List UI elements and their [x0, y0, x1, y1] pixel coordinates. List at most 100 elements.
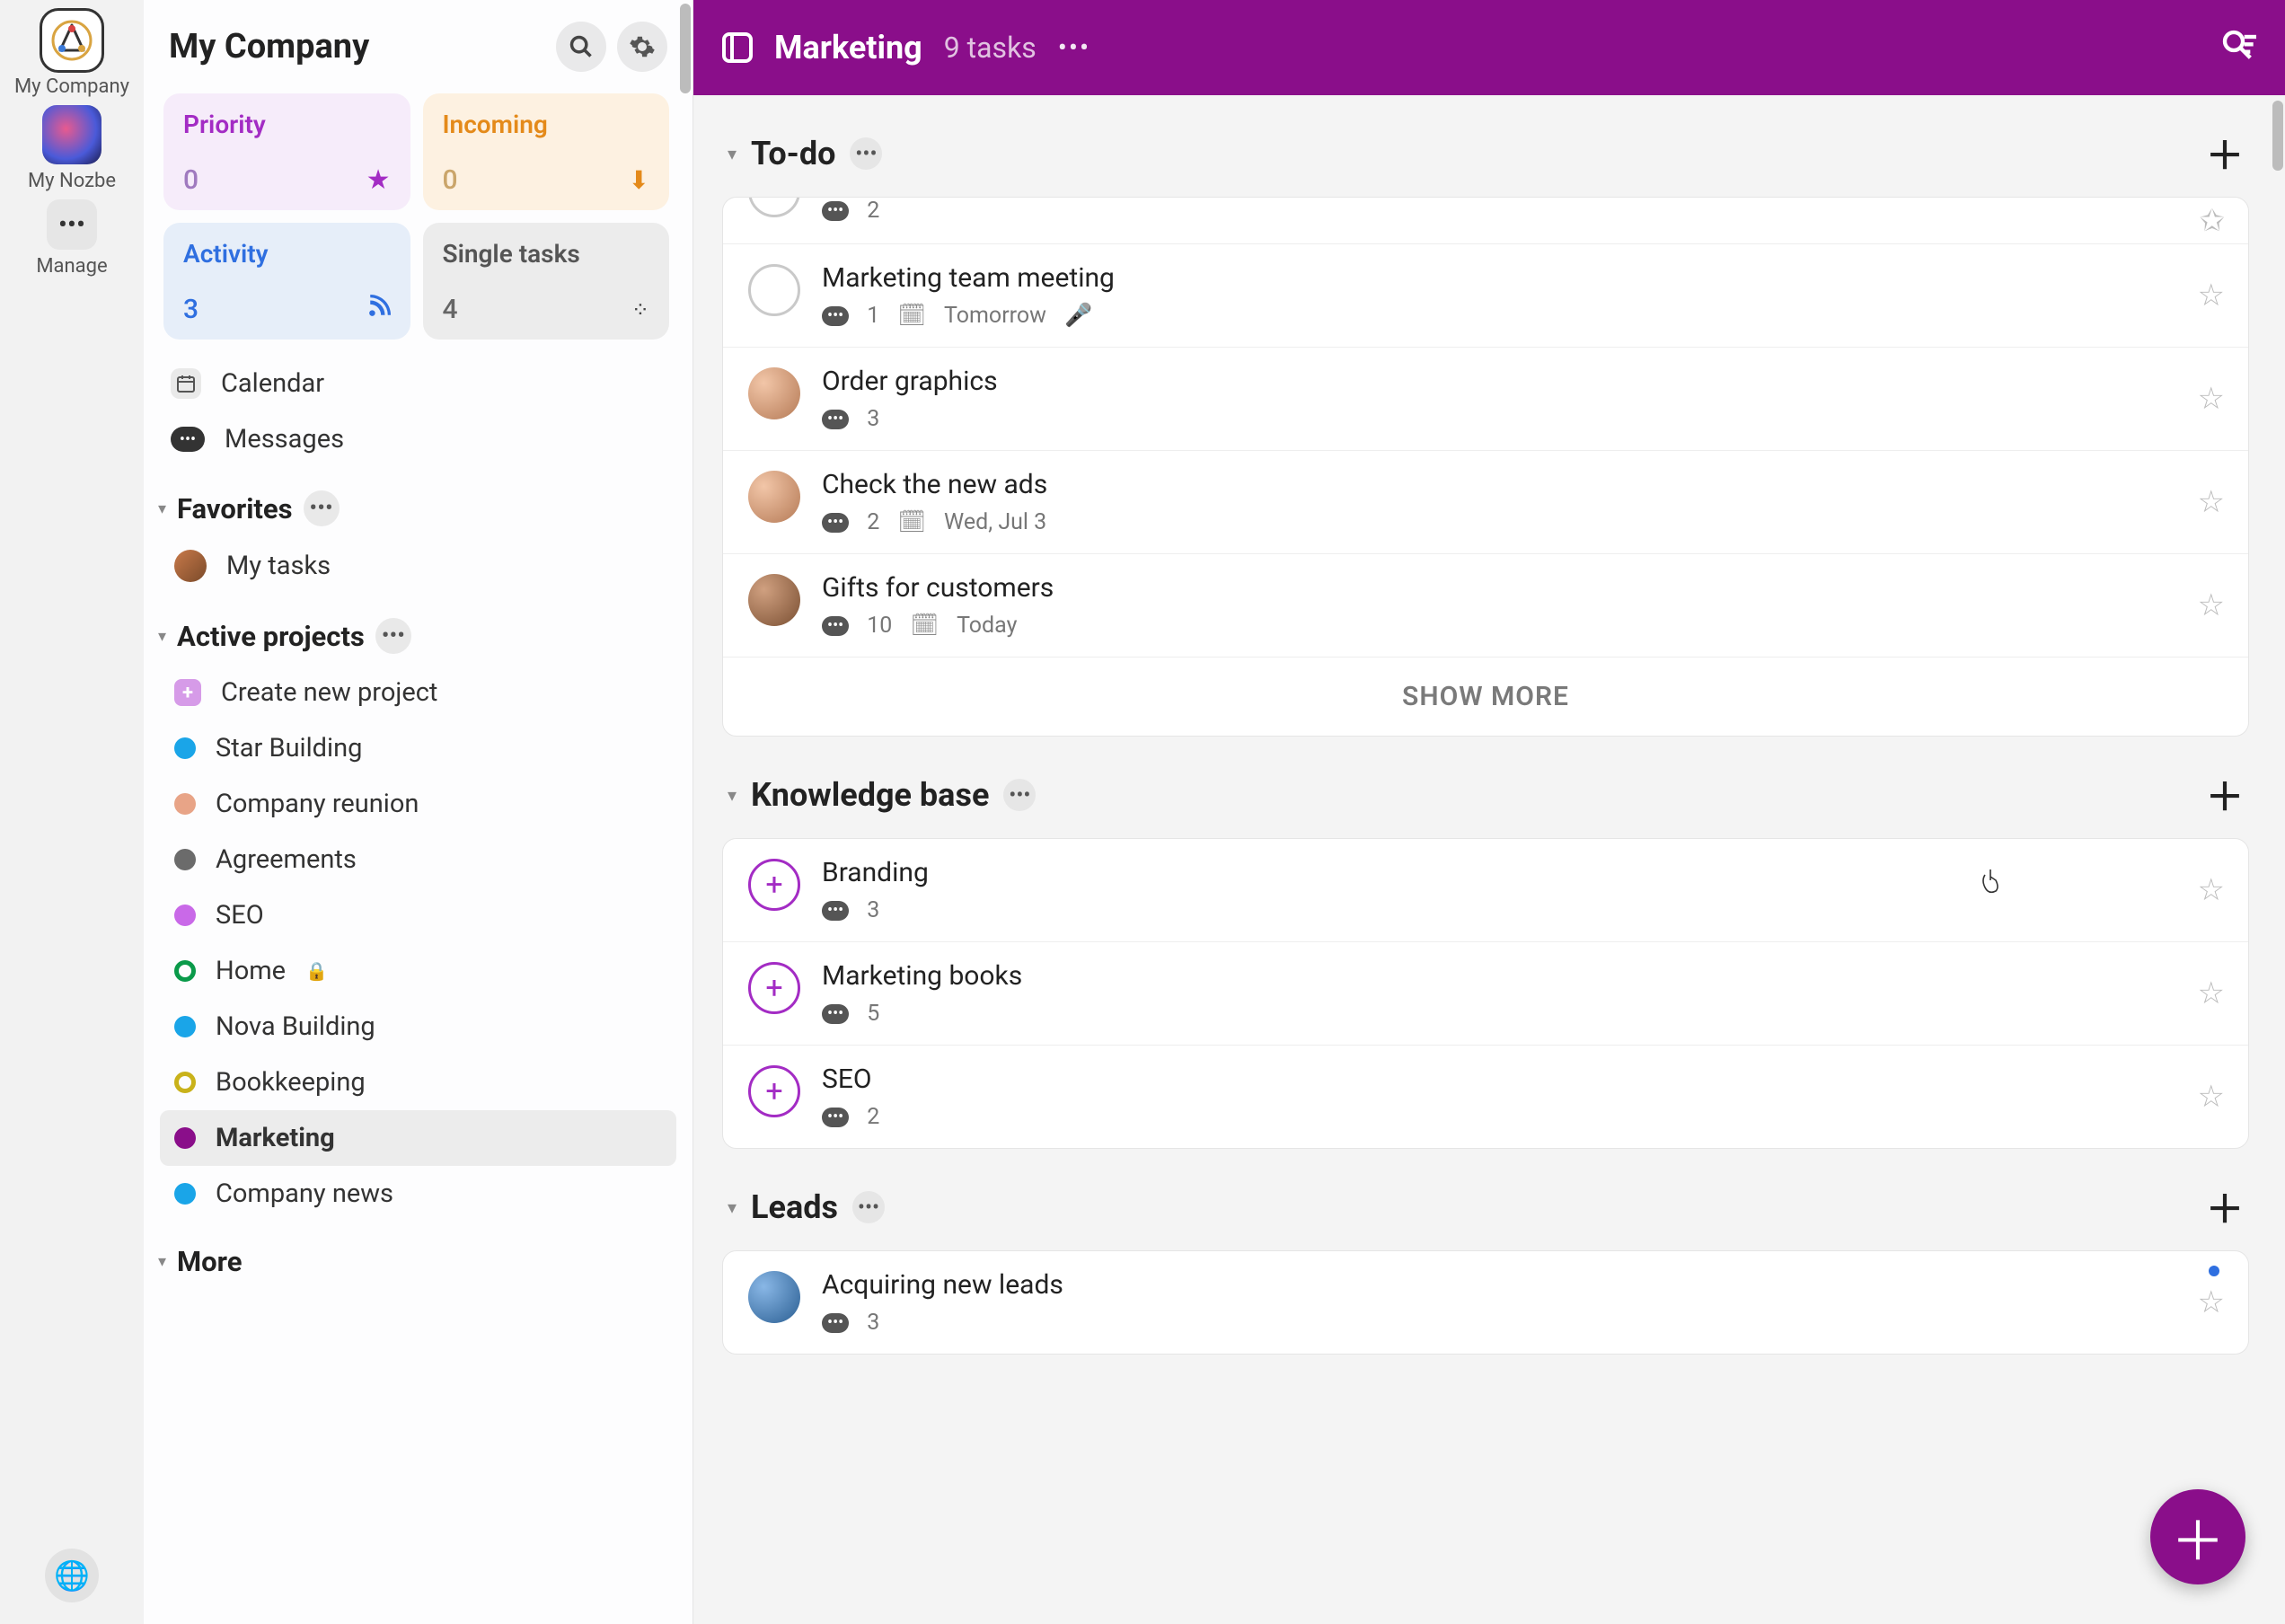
tile-priority[interactable]: Priority 0 ★: [163, 93, 410, 210]
star-button[interactable]: ☆: [2198, 872, 2225, 908]
show-more-button[interactable]: SHOW MORE: [723, 658, 2248, 736]
section-menu-button[interactable]: •••: [852, 1191, 885, 1223]
section-active-projects[interactable]: ▾ Active projects •••: [144, 602, 693, 658]
assignee-avatar[interactable]: [748, 471, 800, 523]
search-icon: [569, 34, 594, 59]
task-row[interactable]: Gifts for customers •••10 🗓Today ☆: [723, 554, 2248, 658]
comments-icon: •••: [822, 306, 849, 326]
comments-icon: •••: [822, 513, 849, 533]
task-list: Acquiring new leads •••3 ☆: [722, 1250, 2249, 1355]
project-seo[interactable]: SEO: [160, 887, 676, 943]
project-nova-building[interactable]: Nova Building: [160, 999, 676, 1055]
comments-icon: •••: [822, 616, 849, 636]
main-body: ▾ To-do ••• ＋ •••2 ✩ Marketing team m: [693, 95, 2285, 1624]
sidebar-scrollbar[interactable]: [676, 0, 693, 1624]
user-avatar-icon: [174, 550, 207, 582]
project-marketing[interactable]: Marketing: [160, 1110, 676, 1166]
sidebar-title: My Company: [169, 27, 545, 66]
tile-single[interactable]: Single tasks 4 ⁘: [423, 223, 670, 340]
project-dot-icon: [174, 905, 196, 926]
star-button[interactable]: ✩: [2200, 203, 2226, 239]
section-more[interactable]: ▾ More: [144, 1229, 693, 1282]
section-menu-button[interactable]: •••: [850, 137, 882, 170]
panel-toggle-icon[interactable]: [722, 32, 753, 63]
section-menu-button[interactable]: •••: [1003, 779, 1036, 811]
project-dot-icon: [174, 1183, 196, 1205]
star-button[interactable]: ☆: [2198, 1079, 2225, 1115]
filter-button[interactable]: [2220, 28, 2256, 67]
lock-icon: 🔒: [305, 960, 328, 982]
globe-button[interactable]: 🌐: [45, 1549, 99, 1602]
star-button[interactable]: ☆: [2198, 484, 2225, 520]
nav-messages[interactable]: ••• Messages: [160, 411, 676, 467]
main-panel: Marketing 9 tasks ••• ▾ To-do ••• ＋ •••2: [693, 0, 2285, 1624]
project-company-news[interactable]: Company news: [160, 1166, 676, 1222]
star-button[interactable]: ☆: [2198, 1284, 2225, 1320]
favorite-mytasks[interactable]: My tasks: [160, 537, 676, 595]
assignee-avatar[interactable]: [748, 367, 800, 419]
inbox-icon: ⬇: [629, 165, 649, 195]
nav-list: Calendar ••• Messages: [144, 349, 693, 474]
unread-dot-icon: [2209, 1266, 2219, 1276]
project-menu-button[interactable]: •••: [1058, 32, 1090, 64]
project-star-building[interactable]: Star Building: [160, 720, 676, 776]
tile-incoming[interactable]: Incoming 0 ⬇: [423, 93, 670, 210]
assignee-avatar[interactable]: [748, 574, 800, 626]
caret-down-icon[interactable]: ▾: [728, 143, 737, 164]
add-fab-button[interactable]: ＋: [2150, 1489, 2245, 1584]
task-checkbox[interactable]: [748, 264, 800, 316]
task-row[interactable]: Marketing team meeting •••1 🗓Tomorrow 🎤 …: [723, 244, 2248, 348]
workspace-mycompany[interactable]: My Company: [14, 11, 129, 98]
add-task-button[interactable]: ＋: [2206, 767, 2244, 822]
task-row[interactable]: •••2 ✩: [723, 198, 2248, 244]
task-checkbox-plus[interactable]: +: [748, 962, 800, 1014]
globe-icon: 🌐: [54, 1558, 90, 1593]
settings-button[interactable]: [617, 22, 667, 72]
task-row[interactable]: Check the new ads •••2 🗓Wed, Jul 3 ☆: [723, 451, 2248, 554]
task-checkbox-plus[interactable]: +: [748, 859, 800, 911]
project-bookkeeping[interactable]: Bookkeeping: [160, 1055, 676, 1110]
task-checkbox-plus[interactable]: +: [748, 1065, 800, 1117]
nav-calendar[interactable]: Calendar: [160, 356, 676, 411]
star-button[interactable]: ☆: [2198, 975, 2225, 1011]
main-scrollbar[interactable]: [2269, 95, 2285, 1624]
search-button[interactable]: [556, 22, 606, 72]
workspace-mynozbe[interactable]: My Nozbe: [28, 105, 116, 192]
caret-down-icon: ▾: [158, 1252, 166, 1271]
assignee-avatar[interactable]: [748, 1271, 800, 1323]
tile-activity[interactable]: Activity 3: [163, 223, 410, 340]
comments-icon: •••: [822, 201, 849, 221]
project-agreements[interactable]: Agreements: [160, 832, 676, 887]
task-row[interactable]: + SEO •••2 ☆: [723, 1046, 2248, 1148]
dots-icon: •••: [47, 199, 97, 250]
caret-down-icon[interactable]: ▾: [728, 1196, 737, 1218]
add-task-button[interactable]: ＋: [2206, 1179, 2244, 1234]
filter-icon: [2220, 28, 2256, 64]
comments-icon: •••: [822, 1108, 849, 1127]
section-menu-button[interactable]: •••: [375, 618, 411, 654]
caret-down-icon[interactable]: ▾: [728, 784, 737, 806]
caret-down-icon: ▾: [158, 627, 166, 646]
create-project[interactable]: + Create new project: [160, 665, 676, 720]
gear-icon: [629, 33, 656, 60]
star-button[interactable]: ☆: [2198, 278, 2225, 313]
task-row[interactable]: + Marketing books •••5 ☆: [723, 942, 2248, 1046]
project-home[interactable]: Home 🔒: [160, 943, 676, 999]
section-menu-button[interactable]: •••: [304, 490, 340, 526]
star-button[interactable]: ☆: [2198, 587, 2225, 623]
project-header: Marketing 9 tasks •••: [693, 0, 2285, 95]
add-task-button[interactable]: ＋: [2206, 126, 2244, 181]
task-checkbox[interactable]: [748, 198, 800, 217]
project-company-reunion[interactable]: Company reunion: [160, 776, 676, 832]
task-row[interactable]: Order graphics •••3 ☆: [723, 348, 2248, 451]
section-favorites[interactable]: ▾ Favorites •••: [144, 474, 693, 530]
workspace-label: My Company: [14, 75, 129, 98]
star-button[interactable]: ☆: [2198, 381, 2225, 417]
sidebar-header: My Company: [144, 0, 693, 81]
project-list: + Create new project Star Building Compa…: [144, 658, 693, 1229]
dots-cluster-icon: ⁘: [631, 297, 649, 322]
workspace-manage[interactable]: ••• Manage: [36, 199, 107, 278]
task-row[interactable]: Acquiring new leads •••3 ☆: [723, 1251, 2248, 1354]
messages-icon: •••: [171, 427, 205, 452]
task-row[interactable]: + Branding •••3 ☆: [723, 839, 2248, 942]
